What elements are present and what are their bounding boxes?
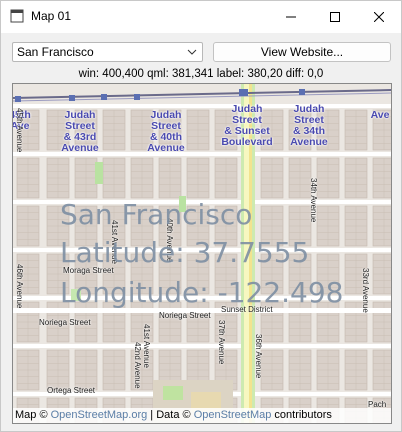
openstreetmap-org-link[interactable]: OpenStreetMap.org (51, 409, 148, 421)
openstreetmap-link[interactable]: OpenStreetMap (194, 409, 272, 421)
close-button[interactable] (357, 1, 401, 33)
stop-label-40th: Judah Street & 40th Avenue (147, 109, 185, 154)
minimize-icon (286, 16, 296, 18)
title-bar[interactable]: Map 01 (1, 1, 401, 33)
chevron-down-icon (187, 49, 197, 55)
map-attribution: Map © OpenStreetMap.org | Data © OpenStr… (13, 408, 391, 423)
location-combobox-value: San Francisco (17, 45, 94, 59)
stop-label-43rd: Judah Street & 43rd Avenue (61, 109, 99, 154)
street-45th: 45th Avenue (15, 108, 24, 153)
street-46th: 46th Avenue (15, 264, 24, 309)
maximize-icon (330, 12, 340, 22)
view-website-button[interactable]: View Website... (213, 42, 391, 62)
street-noriega-west: Noriega Street (39, 318, 91, 327)
latitude-label: Latitude: 37.7555 (60, 236, 310, 269)
close-icon (374, 12, 384, 22)
window-title: Map 01 (31, 9, 72, 23)
app-icon (10, 9, 24, 23)
street-42nd: 42nd Avenue (133, 342, 142, 389)
status-label: win: 400,400 qml: 381,341 label: 380,20 … (78, 68, 324, 80)
stop-label-right: Ave (370, 109, 390, 121)
map-view[interactable]: 45thAve JudahStreet& 43rdAvenue JudahStr… (12, 83, 392, 424)
street-noriega-east: Noriega Street (159, 311, 211, 320)
street-ortega: Ortega Street (47, 386, 96, 395)
longitude-label: Longitude: -122.498 (60, 276, 344, 309)
street-34th: 34th Avenue (309, 178, 318, 223)
maximize-button[interactable] (313, 1, 357, 33)
location-combobox[interactable]: San Francisco (12, 42, 203, 62)
street-33rd: 33rd Avenue (361, 268, 370, 313)
stop-label-sunset: Judah Street & Sunset Boulevard (221, 103, 273, 148)
minimize-button[interactable] (269, 1, 313, 33)
street-41st-south: 41st Avenue (142, 324, 151, 368)
street-37th: 37th Avenue (217, 320, 226, 365)
app-window: Map 01 San Francisco View Website... win… (0, 0, 402, 432)
city-name-label: San Francisco (60, 198, 253, 231)
street-36th: 36th Avenue (254, 334, 263, 379)
stop-label-34th: Judah Street & 34th Avenue (290, 103, 328, 148)
